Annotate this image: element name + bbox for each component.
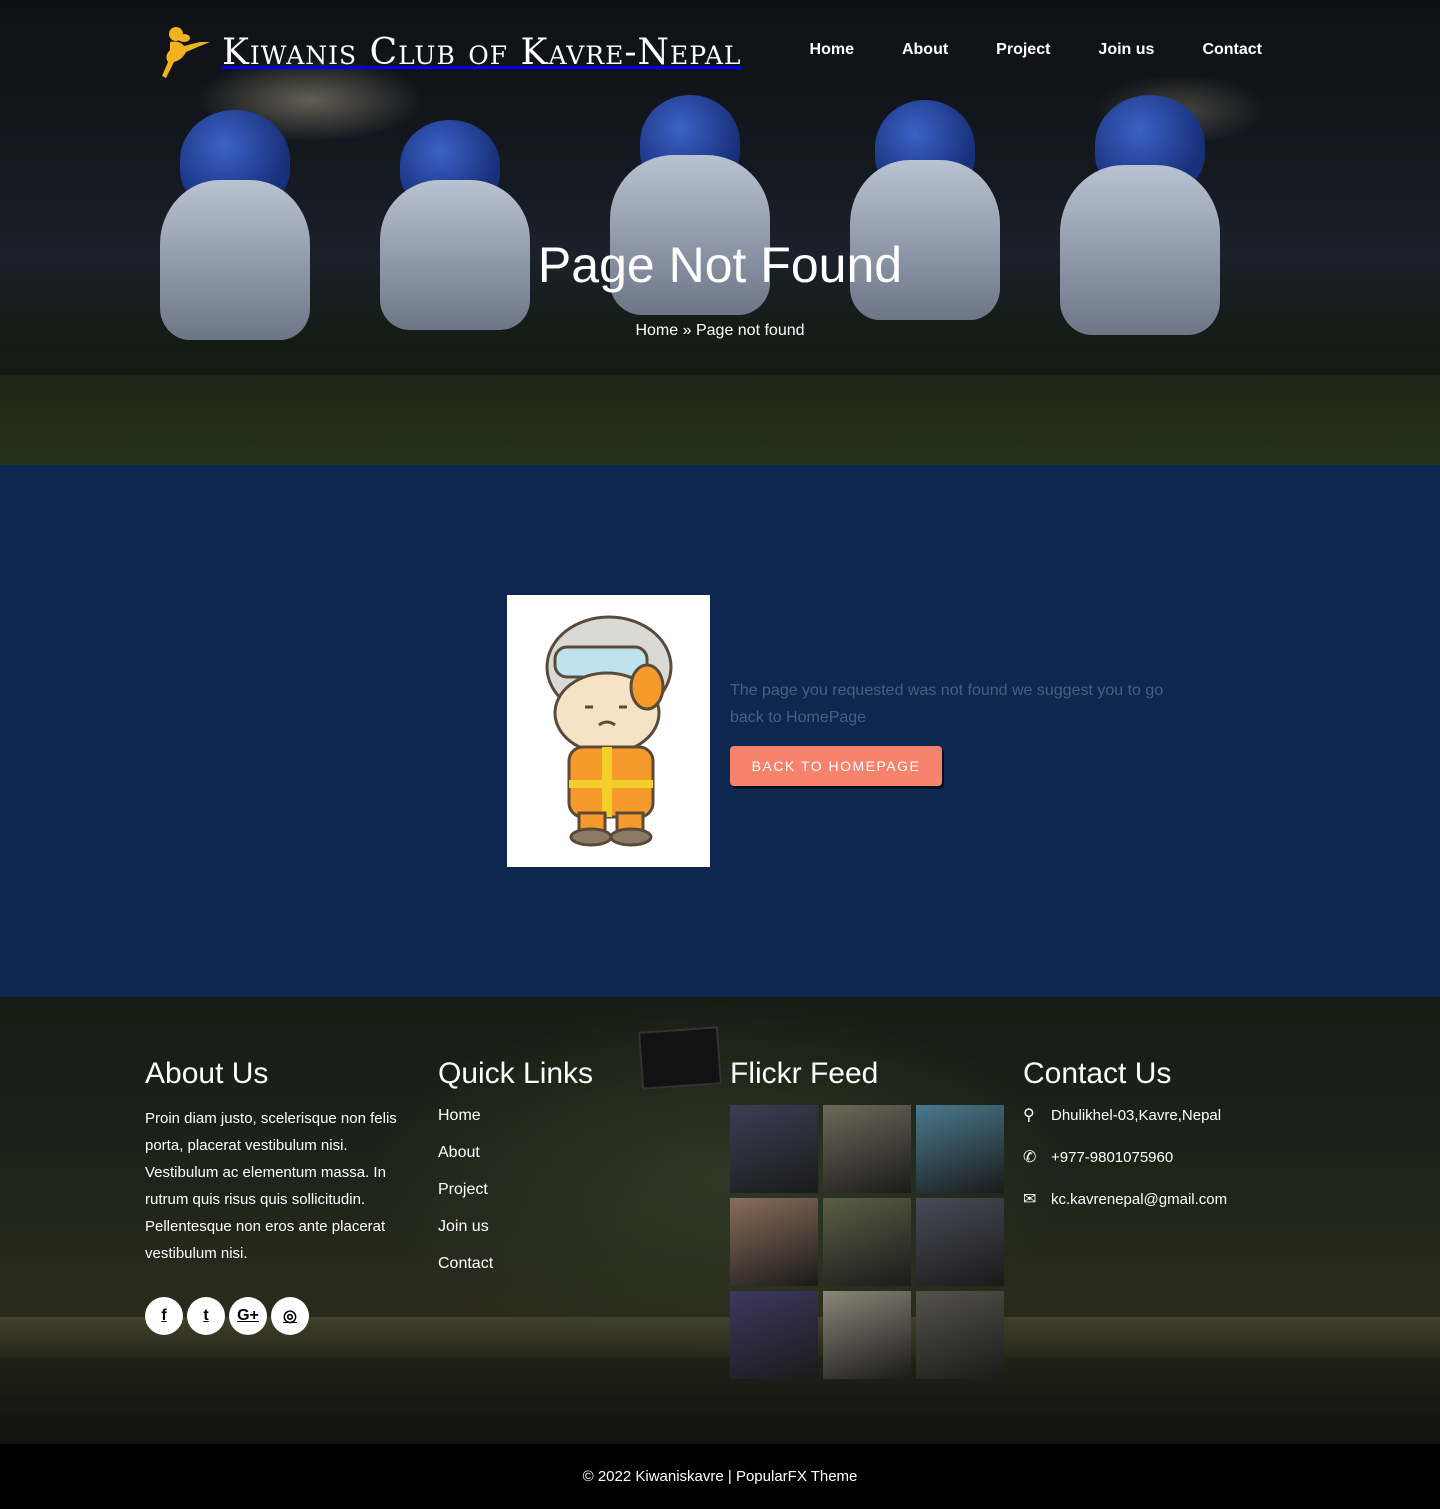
brand-link[interactable]: Kiwanis Club of Kavre-Nepal: [152, 24, 741, 80]
footer-link-project[interactable]: Project: [438, 1181, 488, 1198]
flickr-thumbnail[interactable]: [823, 1291, 911, 1379]
footer-links-title: Quick Links: [438, 1057, 594, 1090]
not-found-message: The page you requested was not found we …: [730, 682, 1164, 726]
copyright-bar: © 2022 Kiwaniskavre | PopularFX Theme: [0, 1444, 1440, 1509]
scoreboard-sign: [638, 1026, 722, 1090]
page-title: Page Not Found: [537, 237, 903, 293]
footer-about-title: About Us: [145, 1057, 269, 1090]
nav-home[interactable]: Home: [810, 41, 854, 59]
envelope-icon: ✉: [1023, 1191, 1037, 1208]
nav-project[interactable]: Project: [996, 41, 1050, 59]
footer-contact-title: Contact Us: [1023, 1057, 1172, 1090]
contact-phone: ✆ +977-9801075960: [1023, 1147, 1227, 1167]
map-marker-icon: ⚲: [1023, 1107, 1035, 1124]
kiwanis-logo-icon: [152, 24, 212, 80]
footer-link-about[interactable]: About: [438, 1144, 480, 1161]
footer-link-join-us[interactable]: Join us: [438, 1218, 489, 1235]
instagram-icon[interactable]: ◎: [271, 1297, 309, 1335]
copyright-text: © 2022 Kiwaniskavre | PopularFX Theme: [582, 1468, 858, 1485]
footer-about-text: Proin diam justo, scelerisque non felis …: [145, 1110, 397, 1262]
footer-quick-links: Quick Links Home About Project Join us C…: [438, 1057, 593, 1290]
firefighter-cartoon-image: [507, 595, 710, 867]
facebook-icon[interactable]: f: [145, 1297, 183, 1335]
nav-join-us[interactable]: Join us: [1098, 41, 1154, 59]
main-nav: Home About Project Join us Contact: [810, 41, 1262, 59]
footer-flickr-title: Flickr Feed: [730, 1057, 879, 1090]
nav-contact[interactable]: Contact: [1202, 41, 1262, 59]
flickr-thumbnail[interactable]: [916, 1291, 1004, 1379]
footer-link-home[interactable]: Home: [438, 1107, 481, 1124]
breadcrumb-separator: »: [682, 322, 692, 339]
flickr-thumbnail[interactable]: [916, 1105, 1004, 1193]
flickr-thumbnail[interactable]: [730, 1105, 818, 1193]
site-footer: About Us Proin diam justo, scelerisque n…: [0, 997, 1440, 1444]
email-text: kc.kavrenepal@gmail.com: [1051, 1190, 1228, 1208]
nav-about[interactable]: About: [902, 41, 948, 59]
breadcrumb-current: Page not found: [695, 322, 805, 339]
footer-contact: Contact Us ⚲ Dhulikhel-03,Kavre,Nepal ✆ …: [1023, 1057, 1227, 1231]
twitter-icon[interactable]: t: [187, 1297, 225, 1335]
breadcrumb-home-link[interactable]: Home: [635, 322, 678, 339]
footer-flickr: Flickr Feed: [730, 1057, 1004, 1379]
phone-text: +977-9801075960: [1051, 1148, 1174, 1166]
site-title: Kiwanis Club of Kavre-Nepal: [222, 31, 742, 73]
footer-about: About Us Proin diam justo, scelerisque n…: [145, 1057, 405, 1335]
flickr-thumbnail[interactable]: [730, 1291, 818, 1379]
flickr-thumbnail[interactable]: [823, 1198, 911, 1286]
flickr-thumbnail[interactable]: [916, 1198, 1004, 1286]
footer-link-contact[interactable]: Contact: [438, 1255, 493, 1272]
not-found-section: The page you requested was not found we …: [0, 465, 1440, 997]
flickr-grid: [730, 1105, 1004, 1379]
quick-links-list: Home About Project Join us Contact: [438, 1105, 593, 1273]
address-text: Dhulikhel-03,Kavre,Nepal: [1051, 1106, 1222, 1124]
google-plus-icon[interactable]: G+: [229, 1297, 267, 1335]
contact-address: ⚲ Dhulikhel-03,Kavre,Nepal: [1023, 1105, 1227, 1125]
contact-email: ✉ kc.kavrenepal@gmail.com: [1023, 1189, 1227, 1209]
phone-icon: ✆: [1023, 1149, 1037, 1166]
social-links: f t G+ ◎: [145, 1297, 405, 1335]
hero-banner: Kiwanis Club of Kavre-Nepal Home About P…: [0, 0, 1440, 465]
flickr-thumbnail[interactable]: [730, 1198, 818, 1286]
back-to-homepage-button[interactable]: Back to Homepage: [730, 746, 942, 786]
flickr-thumbnail[interactable]: [823, 1105, 911, 1193]
site-header: Kiwanis Club of Kavre-Nepal Home About P…: [0, 0, 1440, 104]
breadcrumb: Home » Page not found: [0, 322, 1440, 340]
